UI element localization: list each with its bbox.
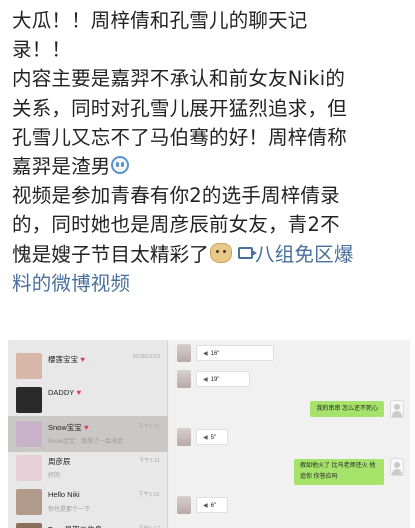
text-message-bubble[interactable]: 我的串串 怎么还不死心 <box>310 401 384 417</box>
post-line-9-text: 愧是嫂子节目太精彩了 <box>12 242 210 266</box>
contact-item[interactable]: 櫻莲宝宝 ♥ 2018/12/13 <box>8 348 168 384</box>
chat-message: 假如他火了 比马老师还火 他追你 你答应吗 <box>169 458 410 485</box>
contact-item[interactable]: 周彦辰好的 下午1:11 <box>8 450 168 486</box>
post-line-2: 录！！ <box>12 38 72 62</box>
avatar <box>390 458 404 476</box>
avatar <box>16 421 42 447</box>
chat-message: ◀ 5" <box>169 428 410 447</box>
voice-duration: 16" <box>210 351 220 357</box>
avatar <box>16 523 42 528</box>
chat-panel: ◀ 16" ◀ 19" 我的串串 怎么还不死心 ◀ 5" 假如他火了 比马老师还火 他追你 你… <box>169 340 410 528</box>
contact-item[interactable]: DADDY ♥ <box>8 382 168 418</box>
contact-preview: 好的 <box>48 473 61 479</box>
contact-time: 下午1:11 <box>138 458 160 464</box>
avatar <box>177 496 191 514</box>
contact-item[interactable]: Hello Niki 你也是那个一下 下午1:01 <box>8 484 168 520</box>
post-line-7: 视频是参加青春有你2的选手周梓倩录 <box>12 184 340 208</box>
contact-name: Snow宝宝 ♥ <box>48 423 89 432</box>
contact-item[interactable]: Tom-星期二休息 下午1:17 <box>8 518 168 528</box>
chat-message: ◀ 6" <box>169 496 410 515</box>
post-line-4: 关系，同时对孔雪儿展开猛烈追求，但 <box>12 96 347 120</box>
voice-duration: 5" <box>210 435 217 441</box>
chat-screenshot: 櫻莲宝宝 ♥ 2018/12/13 DADDY ♥ Snow宝宝 ♥ Snow宝宝：我想… <box>8 340 410 528</box>
contact-list: 櫻莲宝宝 ♥ 2018/12/13 DADDY ♥ Snow宝宝 ♥ Snow宝宝：我想… <box>8 340 168 528</box>
post-line-5: 孔雪儿又忘不了马伯骞的好！周梓倩称 <box>12 125 347 149</box>
post-line-1: 大瓜！！周梓倩和孔雪儿的聊天记 <box>12 9 308 32</box>
contact-name: Tom-星期二休息 <box>48 524 102 528</box>
contact-name: 周彦辰 <box>48 457 71 466</box>
voice-message-bubble[interactable]: ◀ 19" <box>196 371 250 387</box>
chat-message: ◀ 19" <box>169 370 410 389</box>
weibo-post-text: 大瓜！！周梓倩和孔雪儿的聊天记 录！！ 内容主要是嘉羿不承认和前女友Niki的 … <box>12 6 407 298</box>
contact-time: 2018/12/13 <box>132 354 160 360</box>
avatar <box>177 428 191 446</box>
post-line-6-text: 嘉羿是渣男 <box>12 154 111 178</box>
voice-icon: ◀ <box>203 503 208 509</box>
voice-icon: ◀ <box>203 351 208 357</box>
contact-name: 櫻莲宝宝 ♥ <box>48 355 85 364</box>
chat-message: ◀ 16" <box>169 344 410 363</box>
avatar <box>16 387 42 413</box>
voice-duration: 19" <box>210 377 220 383</box>
contact-time: 下午1:01 <box>138 492 160 498</box>
contact-item[interactable]: Snow宝宝 ♥ Snow宝宝：我想了一会决定 下午1:21 <box>8 416 168 452</box>
heart-icon: ♥ <box>81 423 89 432</box>
contact-time: 下午1:17 <box>138 524 160 528</box>
heart-icon: ♥ <box>74 388 82 397</box>
voice-icon: ◀ <box>203 435 208 441</box>
avatar <box>16 489 42 515</box>
avatar <box>177 344 191 362</box>
voice-duration: 6" <box>210 503 217 509</box>
avatar <box>177 370 191 388</box>
post-line-3: 内容主要是嘉羿不承认和前女友Niki的 <box>12 67 346 91</box>
sweat-face-icon <box>110 156 129 175</box>
voice-message-bubble[interactable]: ◀ 6" <box>196 497 228 513</box>
contact-name: Hello Niki <box>48 490 80 499</box>
contact-preview: 你也是那个一下 <box>48 507 91 513</box>
doge-icon <box>210 243 233 263</box>
voice-message-bubble[interactable]: ◀ 5" <box>196 429 228 445</box>
post-line-8: 的，同时她也是周彦辰前女友，青2不 <box>12 213 340 237</box>
avatar <box>16 353 42 379</box>
post-line-6: 嘉羿是渣男 <box>12 152 407 181</box>
video-link-part2[interactable]: 料的微博视频 <box>12 269 407 298</box>
video-link-part1[interactable]: 八组免区爆 <box>255 243 354 266</box>
avatar <box>16 455 42 481</box>
post-line-9: 愧是嫂子节目太精彩了 八组免区爆 <box>12 240 407 269</box>
chat-message: 我的串串 怎么还不死心 <box>169 400 410 419</box>
avatar <box>390 400 404 418</box>
text-message-bubble[interactable]: 假如他火了 比马老师还火 他追你 你答应吗 <box>294 459 384 485</box>
contact-time: 下午1:21 <box>138 424 160 430</box>
video-icon[interactable] <box>238 247 258 259</box>
voice-icon: ◀ <box>203 377 208 383</box>
contact-preview: Snow宝宝：我想了一会决定 <box>48 439 124 445</box>
contact-name: DADDY ♥ <box>48 388 82 397</box>
heart-icon: ♥ <box>78 355 85 364</box>
voice-message-bubble[interactable]: ◀ 16" <box>196 345 274 361</box>
